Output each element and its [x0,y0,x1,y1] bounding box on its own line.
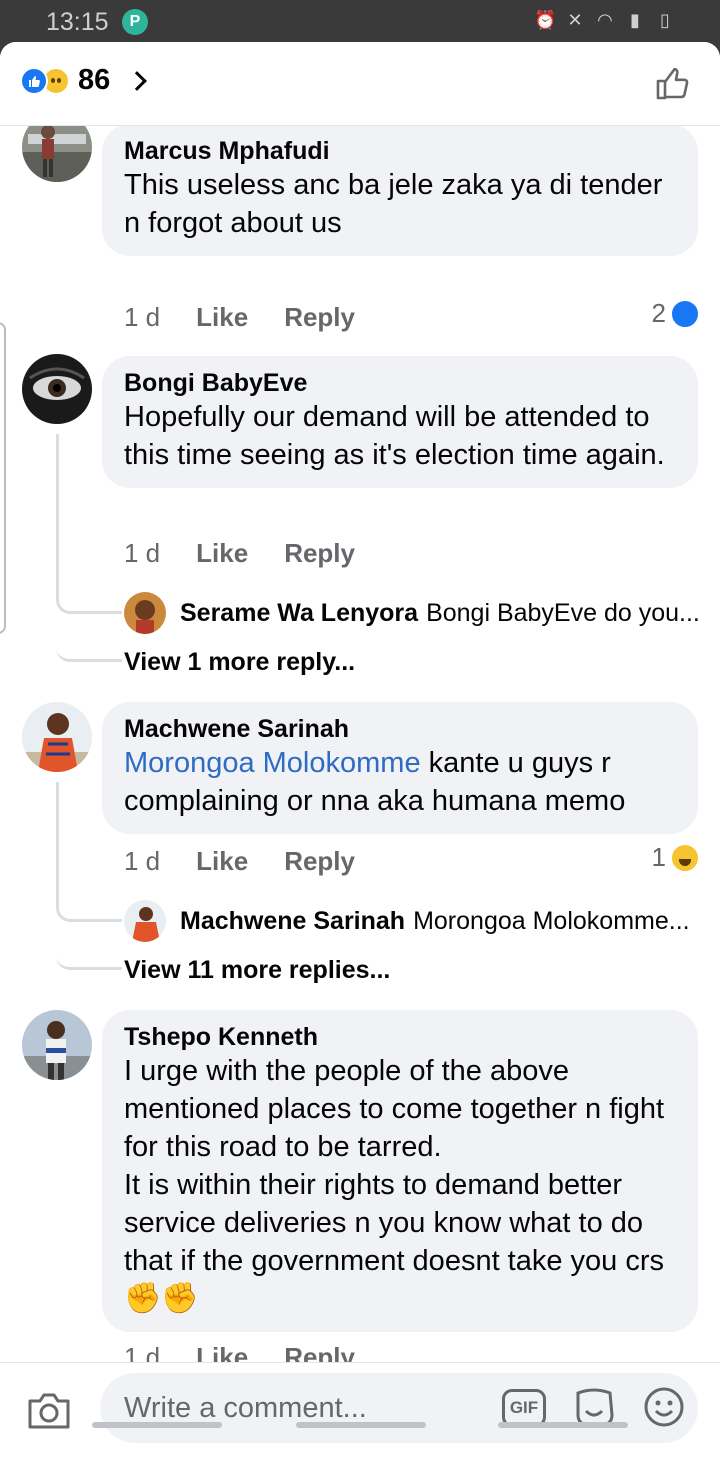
status-time: 13:15 [46,8,109,36]
reply-text: Morongoa Molokomme... [413,906,690,935]
wifi-icon: ◠ [597,10,613,30]
comment-author[interactable]: Bongi BabyEve [124,368,676,398]
comment-text: I urge with the people of the above ment… [124,1055,665,1163]
reply-button[interactable]: Reply [284,538,355,569]
comment-reaction-count: 1 [651,842,666,872]
avatar[interactable] [22,1010,92,1080]
like-button[interactable]: Like [196,1342,248,1362]
reply-button[interactable]: Reply [284,302,355,333]
comment-bubble[interactable]: Marcus Mphafudi This useless anc ba jele… [102,126,698,256]
comment-actions: 1 d Like Reply [124,302,355,333]
reply-author[interactable]: Machwene Sarinah [180,907,405,936]
thread-line [56,434,122,614]
comment-author[interactable]: Machwene Sarinah [124,714,676,744]
like-reaction-icon [670,298,700,329]
nav-recents-button[interactable] [92,1422,222,1428]
alarm-icon: ⏰ [534,10,557,30]
like-button[interactable]: Like [196,538,248,569]
battery-icon: ▯ [660,10,670,30]
comment-text: Morongoa Molokomme kante u guys r compla… [124,744,676,820]
thread-line [56,914,122,970]
reaction-count: 86 [78,64,111,96]
comment-reactions[interactable]: 1 [652,842,700,873]
reply-button[interactable]: Reply [284,1342,355,1362]
reply-preview[interactable]: Serame Wa Lenyora Bongi BabyEve do you..… [124,592,700,634]
view-more-replies-link[interactable]: View 1 more reply... [124,648,355,677]
like-reaction-icon [20,66,48,95]
like-button[interactable]: Like [196,846,248,877]
avatar[interactable] [22,126,92,182]
status-bar: 13:15 P ⏰ ✕ ◠ ▮ ▯ [0,0,720,42]
view-more-replies-link[interactable]: View 11 more replies... [124,956,390,985]
thread-line [56,606,122,662]
comment-time[interactable]: 1 d [124,538,160,569]
nav-back-button[interactable] [498,1422,628,1428]
haha-reaction-icon [670,842,700,873]
comment-composer: GIF [0,1362,720,1480]
system-icons: ⏰ ✕ ◠ ▮ ▯ [534,9,676,31]
avatar[interactable] [22,702,92,772]
comment-time[interactable]: 1 d [124,846,160,877]
reply-text: Bongi BabyEve do you... [426,598,700,627]
comment-time[interactable]: 1 d [124,302,160,333]
comment-reactions[interactable]: 2 [652,298,700,329]
scroll-edge-handle[interactable] [0,322,6,634]
reply-preview[interactable]: Machwene Sarinah Morongoa Molokomme... [124,900,690,942]
comment-time[interactable]: 1 d [124,1342,160,1362]
emoji-icon[interactable] [642,1385,686,1429]
chevron-right-icon [127,70,148,91]
emoji-text: ✊✊ [124,1282,199,1315]
avatar[interactable] [124,900,166,942]
comment-reaction-count: 2 [651,298,666,328]
comment-actions: 1 d Like Reply [124,1342,355,1362]
camera-icon[interactable] [26,1391,72,1431]
comment-text: This useless anc ba jele zaka ya di tend… [124,169,663,239]
thread-line [56,782,122,922]
comments-list: Marcus Mphafudi This useless anc ba jele… [0,126,720,1362]
comment-author[interactable]: Marcus Mphafudi [124,136,676,166]
comment-author[interactable]: Tshepo Kenneth [124,1022,676,1052]
reply-author[interactable]: Serame Wa Lenyora [180,599,418,628]
reactions-header: 86 [0,42,720,126]
avatar[interactable] [124,592,166,634]
app-notification-icon: P [122,9,148,35]
comment-bubble[interactable]: Machwene Sarinah Morongoa Molokomme kant… [102,702,698,834]
comments-sheet: 86 Marcus Mphafudi This useless anc ba j… [0,42,720,1480]
comment-actions: 1 d Like Reply [124,538,355,569]
like-post-icon[interactable] [654,64,692,102]
comment-text-continued: It is within their rights to demand bett… [124,1169,665,1277]
mute-icon: ✕ [567,10,583,30]
comment-actions: 1 d Like Reply [124,846,355,877]
comment-text: Hopefully our demand will be attended to… [124,401,665,471]
avatar[interactable] [22,354,92,424]
comment-bubble[interactable]: Bongi BabyEve Hopefully our demand will … [102,356,698,488]
mention-link[interactable]: Morongoa Molokomme [124,747,421,779]
reply-button[interactable]: Reply [284,846,355,877]
signal-icon: ▮ [630,10,640,30]
comment-bubble[interactable]: Tshepo Kenneth I urge with the people of… [102,1010,698,1332]
like-button[interactable]: Like [196,302,248,333]
nav-home-button[interactable] [296,1422,426,1428]
reactions-summary-button[interactable]: 86 [20,64,148,97]
